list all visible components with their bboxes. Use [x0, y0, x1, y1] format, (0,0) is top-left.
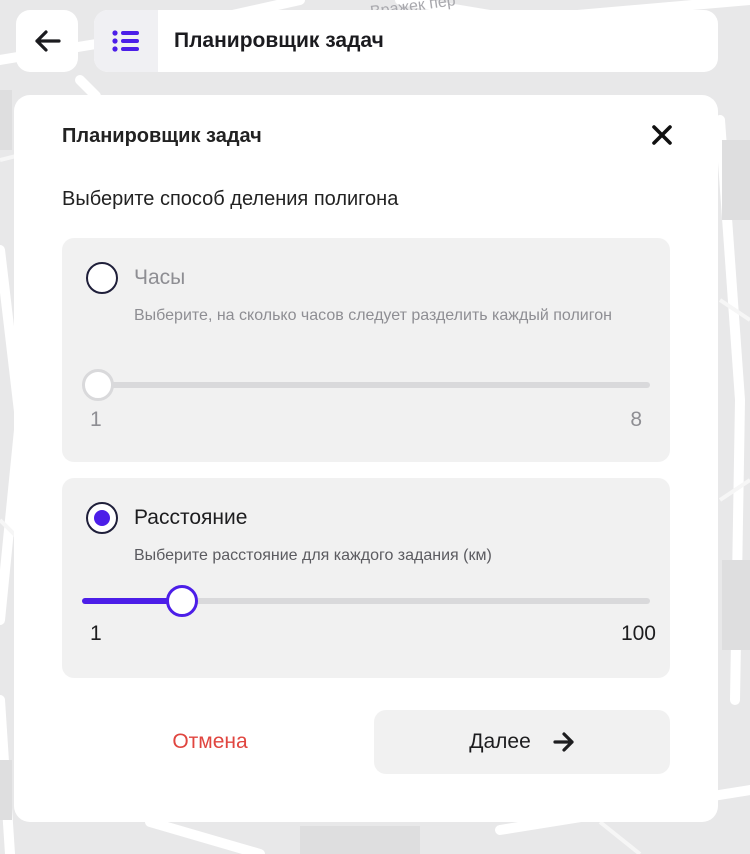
distance-max-value: 100: [620, 622, 656, 645]
hours-min-value: 1: [90, 408, 102, 431]
hours-description: Выберите, на сколько часов следует разде…: [134, 307, 612, 324]
option-distance-card[interactable]: Расстояние Выберите расстояние для каждо…: [62, 478, 670, 678]
hours-radio[interactable]: [86, 262, 118, 294]
top-bar: Планировщик задач: [94, 10, 718, 72]
menu-button[interactable]: [94, 10, 158, 72]
distance-min-value: 1: [90, 622, 102, 645]
distance-radio[interactable]: [86, 502, 118, 534]
next-button-label: Далее: [469, 730, 531, 753]
distance-label: Расстояние: [134, 506, 248, 529]
task-planner-dialog: Планировщик задач Выберите способ делени…: [14, 95, 718, 822]
cancel-button[interactable]: Отмена: [62, 710, 358, 774]
next-button[interactable]: Далее: [374, 710, 670, 774]
list-icon: [112, 30, 139, 52]
hours-slider-track[interactable]: [82, 382, 650, 388]
dialog-title: Планировщик задач: [62, 125, 262, 147]
dialog-subtitle: Выберите способ деления полигона: [62, 188, 399, 210]
hours-label: Часы: [134, 266, 186, 289]
option-hours-card[interactable]: Часы Выберите, на сколько часов следует …: [62, 238, 670, 462]
hours-slider-thumb[interactable]: [82, 369, 114, 401]
close-button[interactable]: [650, 123, 674, 147]
arrow-right-icon: [553, 732, 575, 752]
arrow-left-icon: [35, 30, 61, 52]
page-title: Планировщик задач: [174, 29, 384, 52]
back-button[interactable]: [16, 10, 78, 72]
hours-max-value: 8: [630, 408, 642, 431]
distance-description: Выберите расстояние для каждого задания …: [134, 547, 492, 564]
close-icon: [652, 125, 672, 145]
distance-slider-thumb[interactable]: [165, 585, 198, 617]
